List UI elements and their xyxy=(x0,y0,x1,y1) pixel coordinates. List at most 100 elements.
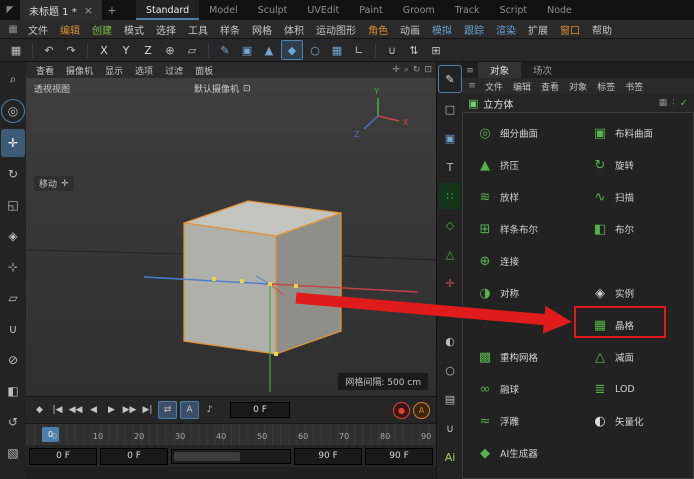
spline-pen-icon[interactable]: ✎ xyxy=(215,41,235,59)
workplane-lock-icon[interactable]: ▱ xyxy=(1,284,25,312)
menu-item-simulate[interactable]: 模拟 xyxy=(426,22,458,37)
workplane-icon[interactable]: ▱ xyxy=(182,41,202,59)
model-mode-icon[interactable]: □ xyxy=(439,96,461,122)
array-icon[interactable]: ▦ xyxy=(327,41,347,59)
range-slider[interactable] xyxy=(171,448,291,464)
timeline-ruler[interactable]: 0 0 10 20 30 40 50 60 70 80 90 xyxy=(26,423,436,446)
menu-item-extensions[interactable]: 扩展 xyxy=(522,22,554,37)
render-region-icon[interactable]: ▧ xyxy=(1,439,25,467)
coordinates-icon[interactable]: ⊹ xyxy=(1,253,25,281)
interface-icon[interactable]: ▦ xyxy=(6,41,26,59)
menu-item-mesh[interactable]: 网格 xyxy=(246,22,278,37)
layout-tab-track[interactable]: Track xyxy=(445,0,490,20)
key-icon[interactable]: ◆ xyxy=(32,402,47,418)
autokey-record-button[interactable]: A xyxy=(413,401,430,419)
layer-icon[interactable]: ▦ xyxy=(659,98,668,108)
points-mode-icon[interactable]: ∷ xyxy=(439,183,461,209)
ai-tools-icon[interactable]: Ai xyxy=(439,444,461,470)
edges-mode-icon[interactable]: ◇ xyxy=(439,212,461,238)
layout-tab-groom[interactable]: Groom xyxy=(393,0,445,20)
enabled-check-icon[interactable]: ✓ xyxy=(680,98,688,109)
generator-item-boolean[interactable]: ◧ 布尔 xyxy=(578,213,693,245)
redo-icon[interactable]: ↷ xyxy=(61,41,81,59)
pan-view-icon[interactable]: ✛ xyxy=(392,65,400,75)
menu-item-window[interactable]: 窗口 xyxy=(554,22,586,37)
loop-toggle[interactable]: ⇄ xyxy=(158,401,177,419)
toggle-view-icon[interactable]: ⊡ xyxy=(424,65,432,75)
polygons-mode-icon[interactable]: △ xyxy=(439,241,461,267)
viewport-menu-filter[interactable]: 过滤 xyxy=(159,64,189,77)
object-row-cube[interactable]: ▣ 立方体 ▦ ∶ ✓ xyxy=(462,94,694,112)
range-end-field[interactable]: 90 F xyxy=(365,447,433,465)
sphere-primitive-icon[interactable]: ○ xyxy=(305,41,325,59)
plane-icon[interactable]: ▤ xyxy=(439,386,461,412)
cube-object[interactable] xyxy=(183,200,342,355)
generator-item-polygon-reduction[interactable]: △ 减面 xyxy=(578,341,693,373)
last-tool-icon[interactable]: ◈ xyxy=(1,222,25,250)
prev-key-button[interactable]: ◀◀ xyxy=(68,402,83,418)
camera-link-icon[interactable]: ⊡ xyxy=(243,84,251,94)
generator-item-instance[interactable]: ◈ 实例 xyxy=(578,277,693,309)
generator-item-extrude[interactable]: ▲ 挤压 xyxy=(463,149,578,181)
om-menu-tags[interactable]: 标签 xyxy=(592,80,620,93)
menu-item-help[interactable]: 帮助 xyxy=(586,22,618,37)
layout-tab-sculpt[interactable]: Sculpt xyxy=(248,0,298,20)
viewport-menu-cameras[interactable]: 摄像机 xyxy=(60,64,99,77)
layout-tab-model[interactable]: Model xyxy=(199,0,248,20)
coord-system-icon[interactable]: ⊕ xyxy=(160,41,180,59)
menu-item-mograph[interactable]: 运动图形 xyxy=(310,22,362,37)
rotate-view-icon[interactable]: ↻ xyxy=(413,65,421,75)
generator-item-symmetry[interactable]: ◑ 对称 xyxy=(463,277,578,309)
layout-tab-node[interactable]: Node xyxy=(537,0,582,20)
capsule-icon[interactable]: ○ xyxy=(439,357,461,383)
menu-item-character[interactable]: 角色 xyxy=(362,22,394,37)
panel-menu-icon[interactable]: ≡ xyxy=(462,65,478,76)
menu-item-file[interactable]: 文件 xyxy=(22,22,54,37)
goto-end-button[interactable]: ▶| xyxy=(140,402,155,418)
hamburger-icon[interactable]: ≡ xyxy=(464,81,480,91)
bracket-icon[interactable]: ∟ xyxy=(349,41,369,59)
generator-item-lattice[interactable]: ▦ 晶格 xyxy=(578,309,693,341)
snap-icon[interactable]: ∪ xyxy=(1,315,25,343)
generator-item-cloth-surface[interactable]: ▣ 布料曲面 xyxy=(578,117,693,149)
generator-item-lod[interactable]: ≣ LOD xyxy=(578,373,693,405)
om-menu-bookmarks[interactable]: 书签 xyxy=(620,80,648,93)
range-preview-end-field[interactable]: 90 F xyxy=(294,447,362,465)
range-slider-handle[interactable] xyxy=(174,451,241,461)
om-menu-view[interactable]: 查看 xyxy=(536,80,564,93)
rotate-tool-icon[interactable]: ↻ xyxy=(1,160,25,188)
layout-tab-uvedit[interactable]: UVEdit xyxy=(297,0,349,20)
range-preview-start-field[interactable]: 0 F xyxy=(100,447,168,465)
generator-item-relief[interactable]: ≈ 浮雕 xyxy=(463,405,578,437)
menu-item-create[interactable]: 创建 xyxy=(86,22,118,37)
sphere-view-icon[interactable]: ◐ xyxy=(439,328,461,354)
viewport-menu-view[interactable]: 查看 xyxy=(30,64,60,77)
uv-mode-icon[interactable]: T xyxy=(439,154,461,180)
generator-item-ai-generator[interactable]: ◆ AI生成器 xyxy=(463,437,578,469)
close-tab-icon[interactable]: × xyxy=(84,4,93,17)
om-menu-file[interactable]: 文件 xyxy=(480,80,508,93)
scale-tool-icon[interactable]: ◱ xyxy=(1,191,25,219)
record-button[interactable]: ● xyxy=(393,401,410,419)
layout-tab-paint[interactable]: Paint xyxy=(349,0,393,20)
search-icon[interactable]: ⌕ xyxy=(1,65,25,93)
camera-label[interactable]: 默认摄像机 ⊡ xyxy=(194,82,251,96)
normals-icon[interactable]: ⊙ xyxy=(439,299,461,325)
move-tool-icon[interactable]: ✛ xyxy=(1,129,25,157)
sound-toggle[interactable]: ♪ xyxy=(202,402,217,418)
play-button[interactable]: ▶ xyxy=(104,402,119,418)
generator-item-connect[interactable]: ⊕ 连接 xyxy=(463,245,578,277)
live-selection-icon[interactable]: ◎ xyxy=(1,99,25,123)
om-menu-edit[interactable]: 编辑 xyxy=(508,80,536,93)
object-name-label[interactable]: 立方体 xyxy=(483,96,513,111)
generator-item-vectorizer[interactable]: ◐ 矢量化 xyxy=(578,405,693,437)
menu-item-render[interactable]: 渲染 xyxy=(490,22,522,37)
make-editable-icon[interactable]: ✎ xyxy=(438,65,462,93)
generator-item-lathe[interactable]: ↻ 旋转 xyxy=(578,149,693,181)
menu-item-animate[interactable]: 动画 xyxy=(394,22,426,37)
pyramid-primitive-icon[interactable]: ▲ xyxy=(259,41,279,59)
zoom-view-icon[interactable]: ⌕ xyxy=(404,65,409,75)
generator-item-sweep[interactable]: ∿ 扫描 xyxy=(578,181,693,213)
layout-tab-script[interactable]: Script xyxy=(490,0,538,20)
layout-tab-standard[interactable]: Standard xyxy=(135,0,200,20)
